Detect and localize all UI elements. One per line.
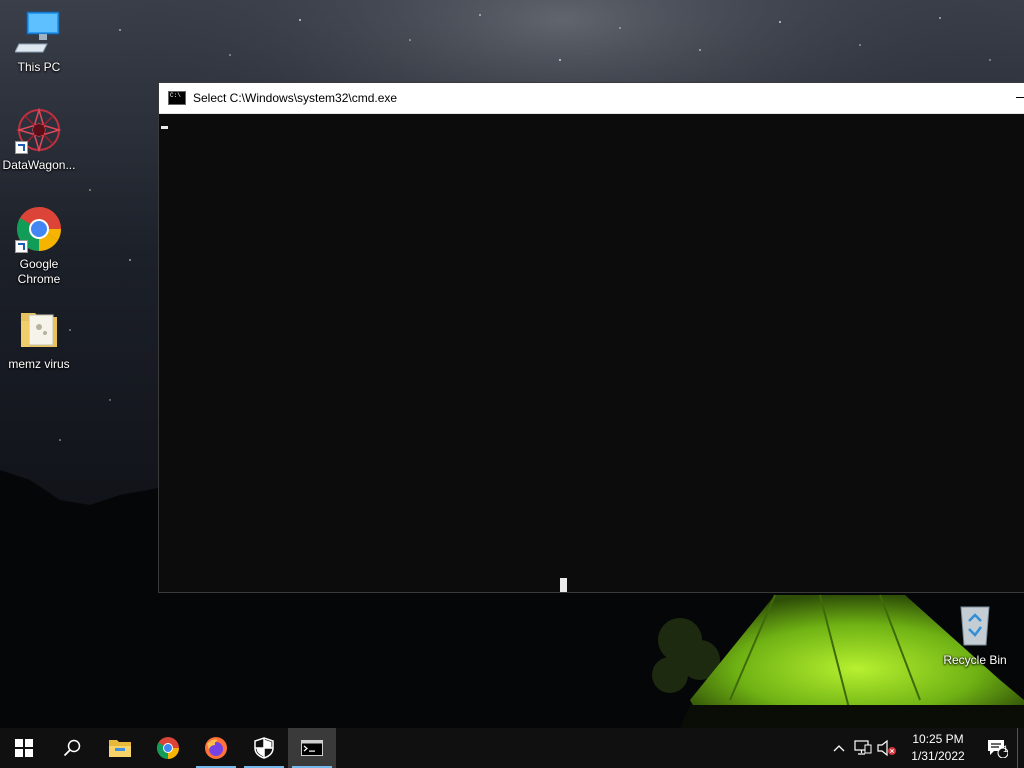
volume-muted-icon [877,740,896,756]
start-button[interactable] [0,728,48,768]
network-icon [854,740,872,755]
clock-time: 10:25 PM [912,732,964,746]
file-explorer-button[interactable] [96,728,144,768]
clock[interactable]: 10:25 PM 1/31/2022 [899,731,977,765]
mouse-text-cursor [560,578,567,592]
search-icon [63,739,81,757]
desktop-icon-this-pc[interactable]: This PC [1,8,77,75]
cmd-app-icon [168,91,186,105]
desktop-icon-recycle-bin[interactable]: Recycle Bin [937,601,1013,668]
console-cursor [161,126,168,129]
desktop-icon-label: DataWagon... [2,158,76,172]
window-title: Select C:\Windows\system32\cmd.exe [193,91,398,105]
show-desktop-button[interactable] [1017,728,1024,768]
desktop-icon-label: memz virus [8,357,70,371]
firefox-icon [205,737,227,759]
datawagon-app-icon [15,106,63,154]
notification-count-badge: 1 [1003,744,1009,754]
console-output[interactable] [159,114,1024,593]
windows-start-icon [15,739,33,757]
recycle-bin-icon [951,601,999,649]
cmd-taskbar-button[interactable] [288,728,336,768]
security-shield-icon [254,737,274,759]
volume-button[interactable] [875,728,899,768]
desktop-icon-datawagon[interactable]: DataWagon... [1,106,77,173]
system-tray: 10:25 PM 1/31/2022 1 [827,728,1024,768]
shortcut-arrow-icon [15,141,28,154]
desktop-icon-label: This PC [17,60,61,74]
security-taskbar-button[interactable] [240,728,288,768]
show-hidden-icons-button[interactable] [827,728,851,768]
minimize-button[interactable] [1016,97,1024,98]
chrome-icon [15,205,63,253]
shortcut-arrow-icon [15,240,28,253]
taskbar: 10:25 PM 1/31/2022 1 [0,728,1024,768]
network-button[interactable] [851,728,875,768]
folder-icon [15,305,63,353]
chrome-taskbar-button[interactable] [144,728,192,768]
cmd-window[interactable]: Select C:\Windows\system32\cmd.exe [158,82,1024,593]
clock-date: 1/31/2022 [911,749,965,763]
chrome-icon [157,737,179,759]
cmd-titlebar[interactable]: Select C:\Windows\system32\cmd.exe [159,83,1024,114]
chevron-up-icon [833,745,845,752]
cmd-icon [301,740,323,756]
desktop-icon-label: Recycle Bin [943,653,1007,667]
search-button[interactable] [48,728,96,768]
desktop-icon-label: Google Chrome [17,257,61,286]
action-center-button[interactable]: 1 [977,728,1017,768]
desktop-icon-memz-virus[interactable]: memz virus [1,305,77,372]
computer-icon [14,8,63,56]
desktop-icon-google-chrome[interactable]: Google Chrome [1,205,77,287]
file-explorer-icon [109,740,131,757]
firefox-taskbar-button[interactable] [192,728,240,768]
